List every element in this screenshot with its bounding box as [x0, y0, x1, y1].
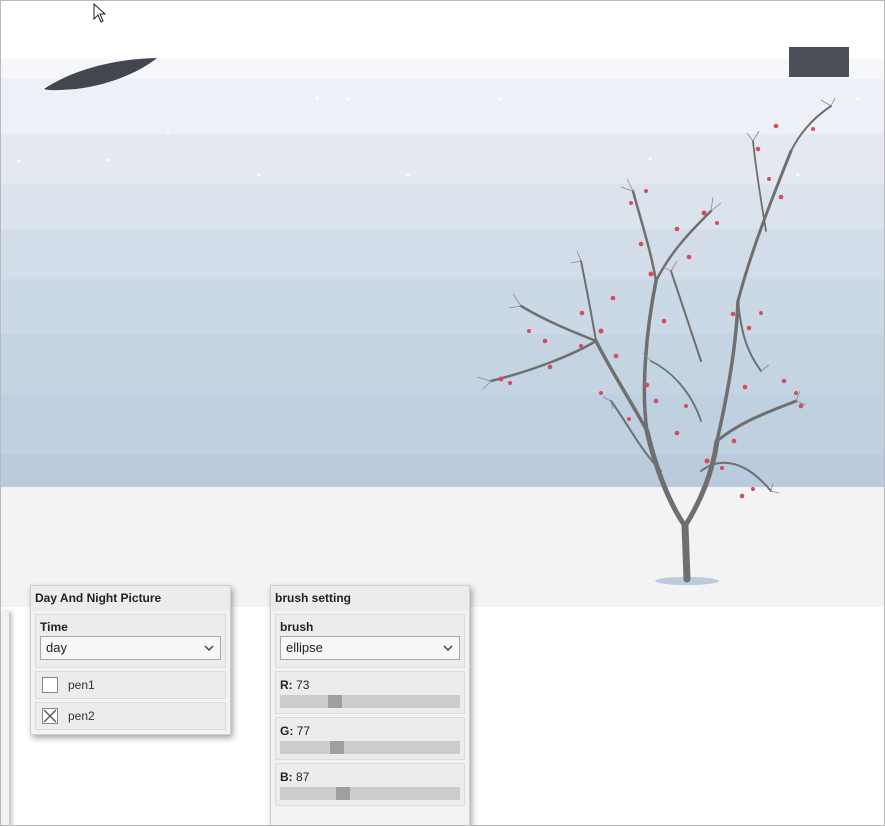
tree-twigs [476, 97, 836, 494]
brush-select[interactable]: ellipse [280, 636, 460, 660]
r-value: 73 [296, 678, 310, 692]
pen2-checkbox[interactable] [42, 708, 58, 724]
r-label: R: [280, 678, 293, 692]
b-slider[interactable] [280, 787, 460, 800]
g-label: G: [280, 724, 294, 738]
brush-select-value: ellipse [286, 640, 323, 655]
pen1-label: pen1 [68, 678, 95, 692]
chevron-down-icon [443, 637, 453, 666]
day-night-panel-title: Day And Night Picture [31, 586, 230, 611]
brush-label: brush [280, 620, 314, 634]
canvas-window: Day And Night Picture Time day pen1 pen2… [0, 0, 885, 826]
r-slider-thumb[interactable] [328, 695, 342, 708]
brush-setting-panel: brush setting brush ellipse R: 73 G: 77 … [270, 585, 470, 825]
time-label: Time [40, 620, 68, 634]
g-slider[interactable] [280, 741, 460, 754]
b-slider-group: B: 87 [275, 763, 465, 806]
arrow-cursor-icon [93, 3, 107, 23]
tree [489, 105, 832, 583]
g-value: 77 [296, 724, 311, 738]
b-slider-thumb[interactable] [336, 787, 350, 800]
brush-stroke [44, 58, 157, 91]
moon-block [789, 47, 849, 77]
pen1-row[interactable]: pen1 [35, 671, 226, 699]
brush-group: brush ellipse [275, 614, 465, 668]
brush-panel-title: brush setting [271, 586, 469, 611]
berries [498, 123, 815, 499]
time-group: Time day [35, 614, 226, 668]
pen2-label: pen2 [68, 709, 95, 723]
snow-particles [17, 96, 860, 177]
time-select[interactable]: day [40, 636, 221, 660]
time-select-value: day [46, 640, 67, 655]
g-slider-thumb[interactable] [330, 741, 344, 754]
g-slider-group: G: 77 [275, 717, 465, 760]
b-label: B: [280, 770, 293, 784]
pen2-row[interactable]: pen2 [35, 702, 226, 730]
collapsed-side-panel[interactable] [1, 612, 10, 825]
b-value: 87 [296, 770, 310, 784]
chevron-down-icon [204, 637, 214, 666]
x-check-icon [43, 709, 57, 723]
r-slider-group: R: 73 [275, 671, 465, 714]
r-slider[interactable] [280, 695, 460, 708]
day-night-panel: Day And Night Picture Time day pen1 pen2 [30, 585, 231, 735]
pen1-checkbox[interactable] [42, 677, 58, 693]
